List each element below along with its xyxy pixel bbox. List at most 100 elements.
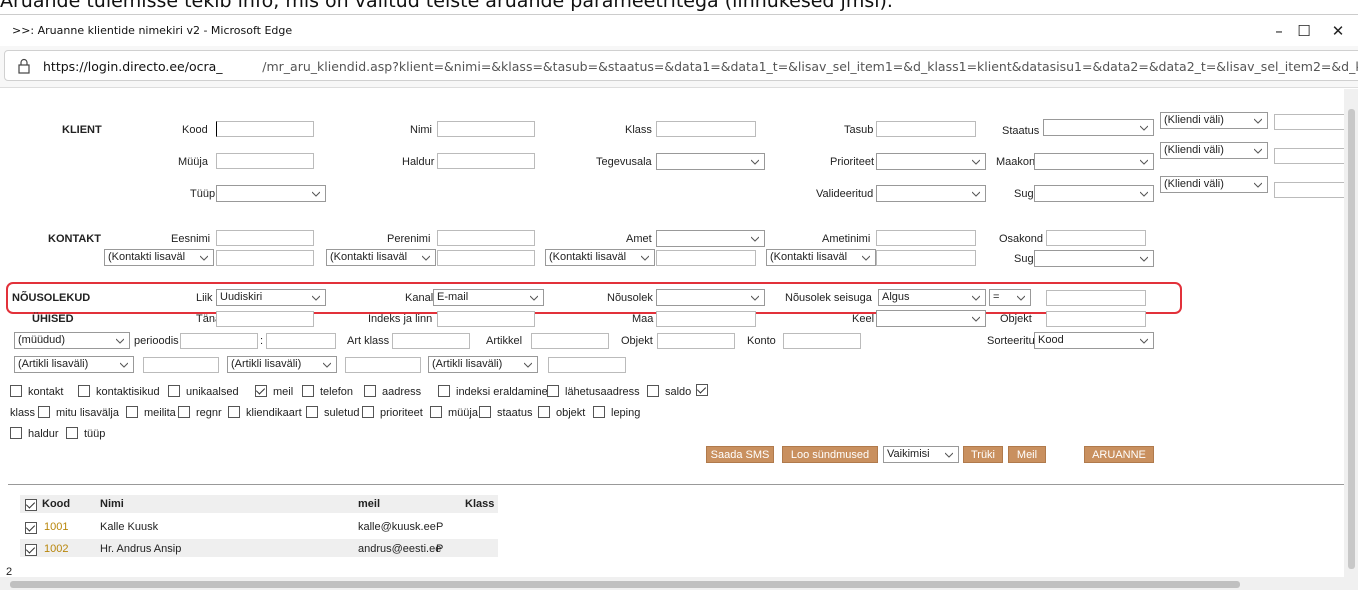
kliendi-vali-select-1[interactable]: (Kliendi väli) (1160, 112, 1268, 129)
vaikimisi-select[interactable]: Vaikimisi (883, 446, 959, 463)
haldur-input[interactable] (437, 153, 535, 169)
checkbox-telefon[interactable] (302, 385, 314, 397)
amet-select[interactable] (656, 230, 765, 247)
perenimi-input[interactable] (437, 230, 535, 246)
url-field[interactable]: https://login.directo.ee/ocra_ /mr_aru_k… (4, 50, 1358, 81)
meil-button[interactable]: Meil (1008, 446, 1046, 463)
kontakti-lisavali-input-1[interactable] (216, 250, 314, 266)
checkbox-indeksi-eraldamine[interactable] (438, 385, 450, 397)
checkbox-saldo[interactable] (647, 385, 659, 397)
art-klass-input[interactable] (392, 333, 470, 349)
seisuga-select[interactable]: Algus (878, 289, 986, 306)
sugu-select[interactable] (1034, 185, 1154, 202)
header-meil[interactable]: meil (358, 498, 380, 510)
artikli-lisavali-input-1[interactable] (143, 357, 219, 373)
kontakti-lisavali-select-1[interactable]: (Kontakti lisaväl (104, 249, 214, 266)
checkbox-kliendikaart[interactable] (306, 406, 318, 418)
tasub-input[interactable] (876, 121, 976, 137)
maakond-select[interactable] (1034, 153, 1154, 170)
nousolek-select[interactable] (656, 289, 765, 306)
objekt-input[interactable] (657, 333, 735, 349)
artikli-lisavali-select-2[interactable]: (Artikli lisaväli) (227, 356, 337, 373)
kontakt-sugu-select[interactable] (1034, 250, 1154, 267)
artikli-lisavali-input-2[interactable] (345, 357, 421, 373)
keel-select[interactable] (876, 310, 986, 327)
uhised-objekt-input[interactable] (1046, 311, 1146, 327)
kontakti-lisavali-select-2[interactable]: (Kontakti lisaväl (326, 249, 436, 266)
eesnimi-input[interactable] (216, 230, 314, 246)
checkbox-staatus[interactable] (538, 406, 550, 418)
checkbox-objekt[interactable] (593, 406, 605, 418)
vertical-scrollbar[interactable] (1344, 89, 1358, 577)
seisuga-input[interactable] (1046, 290, 1146, 306)
kliendi-vali-select-2[interactable]: (Kliendi väli) (1160, 142, 1268, 159)
kontakti-lisavali-select-3[interactable]: (Kontakti lisaväl (545, 249, 655, 266)
myyja-input[interactable] (216, 153, 314, 169)
period-end-input[interactable] (266, 333, 336, 349)
checkbox-tyyp[interactable] (66, 427, 78, 439)
checkbox-row-1002[interactable] (25, 544, 37, 556)
tegevusala-select[interactable] (656, 153, 765, 170)
nimi-input[interactable] (437, 121, 535, 137)
checkbox-row-1001[interactable] (25, 522, 37, 534)
indeks-input[interactable] (437, 311, 535, 327)
row-kood-link[interactable]: 1001 (44, 521, 68, 533)
operator-select[interactable]: = (989, 289, 1031, 306)
kliendi-vali-input-2[interactable] (1274, 148, 1354, 164)
maa-input[interactable] (656, 311, 756, 327)
kontakti-lisavali-select-4[interactable]: (Kontakti lisaväl (766, 249, 876, 266)
checkbox-regnr[interactable] (228, 406, 240, 418)
staatus-select[interactable] (1043, 119, 1154, 136)
checkbox-unikaalsed[interactable] (168, 385, 180, 397)
checkbox-kontakt[interactable] (10, 385, 22, 397)
aruanne-button[interactable]: ARUANNE (1084, 446, 1154, 463)
header-klass[interactable]: Klass (465, 498, 494, 510)
vertical-scroll-thumb[interactable] (1348, 109, 1355, 569)
saada-sms-button[interactable]: Saada SMS (706, 446, 774, 463)
row-kood-link[interactable]: 1002 (44, 543, 68, 555)
artikli-lisavali-select-1[interactable]: (Artikli lisaväli) (14, 356, 134, 373)
kanal-select[interactable]: E-mail (433, 289, 544, 306)
valideeritud-select[interactable] (876, 185, 986, 202)
klass-input[interactable] (656, 121, 756, 137)
myydud-select[interactable]: (müüdud) (14, 332, 130, 349)
checkbox-kontaktisikud[interactable] (78, 385, 90, 397)
kliendi-vali-input-1[interactable] (1274, 114, 1354, 130)
artikli-lisavali-input-3[interactable] (548, 357, 626, 373)
kontakti-lisavali-input-2[interactable] (437, 250, 535, 266)
checkbox-aadress[interactable] (364, 385, 376, 397)
artikli-lisavali-select-3[interactable]: (Artikli lisaväli) (428, 356, 538, 373)
header-nimi[interactable]: Nimi (100, 498, 124, 510)
liik-select[interactable]: Uudiskiri (216, 289, 326, 306)
konto-input[interactable] (783, 333, 861, 349)
checkbox-myyja[interactable] (479, 406, 491, 418)
checkbox-meil[interactable] (255, 385, 267, 397)
tyyp-select[interactable] (216, 185, 326, 202)
loo-syndmused-button[interactable]: Loo sündmused (782, 446, 878, 463)
close-button[interactable]: ✕ (1318, 19, 1358, 43)
osakond-input[interactable] (1046, 230, 1146, 246)
artikkel-input[interactable] (531, 333, 609, 349)
prioriteet-select[interactable] (876, 153, 986, 170)
tryki-button[interactable]: Trüki (963, 446, 1003, 463)
kood-input[interactable] (216, 121, 314, 137)
ametinimi-input[interactable] (876, 230, 976, 246)
kliendi-vali-select-3[interactable]: (Kliendi väli) (1160, 176, 1268, 193)
kliendi-vali-input-3[interactable] (1274, 182, 1354, 198)
checkbox-prioriteet[interactable] (430, 406, 442, 418)
checkbox-meilita[interactable] (178, 406, 190, 418)
checkbox-suletud[interactable] (362, 406, 374, 418)
checkbox-klass[interactable] (38, 406, 50, 418)
kontakti-lisavali-input-3[interactable] (656, 250, 756, 266)
checkbox-mitu-lisavalja[interactable] (126, 406, 138, 418)
tanav-input[interactable] (216, 311, 314, 327)
checkbox-lahetusaadress[interactable] (547, 385, 559, 397)
period-start-input[interactable] (180, 333, 258, 349)
sorteeritud-select[interactable]: Kood (1034, 332, 1154, 349)
kontakti-lisavali-input-4[interactable] (876, 250, 976, 266)
horizontal-scroll-thumb[interactable] (10, 581, 1240, 588)
header-kood[interactable]: Kood (42, 498, 70, 510)
checkbox-haldur[interactable] (10, 427, 22, 439)
checkbox-saldo-extra[interactable] (696, 384, 708, 396)
horizontal-scrollbar[interactable] (0, 577, 1358, 590)
